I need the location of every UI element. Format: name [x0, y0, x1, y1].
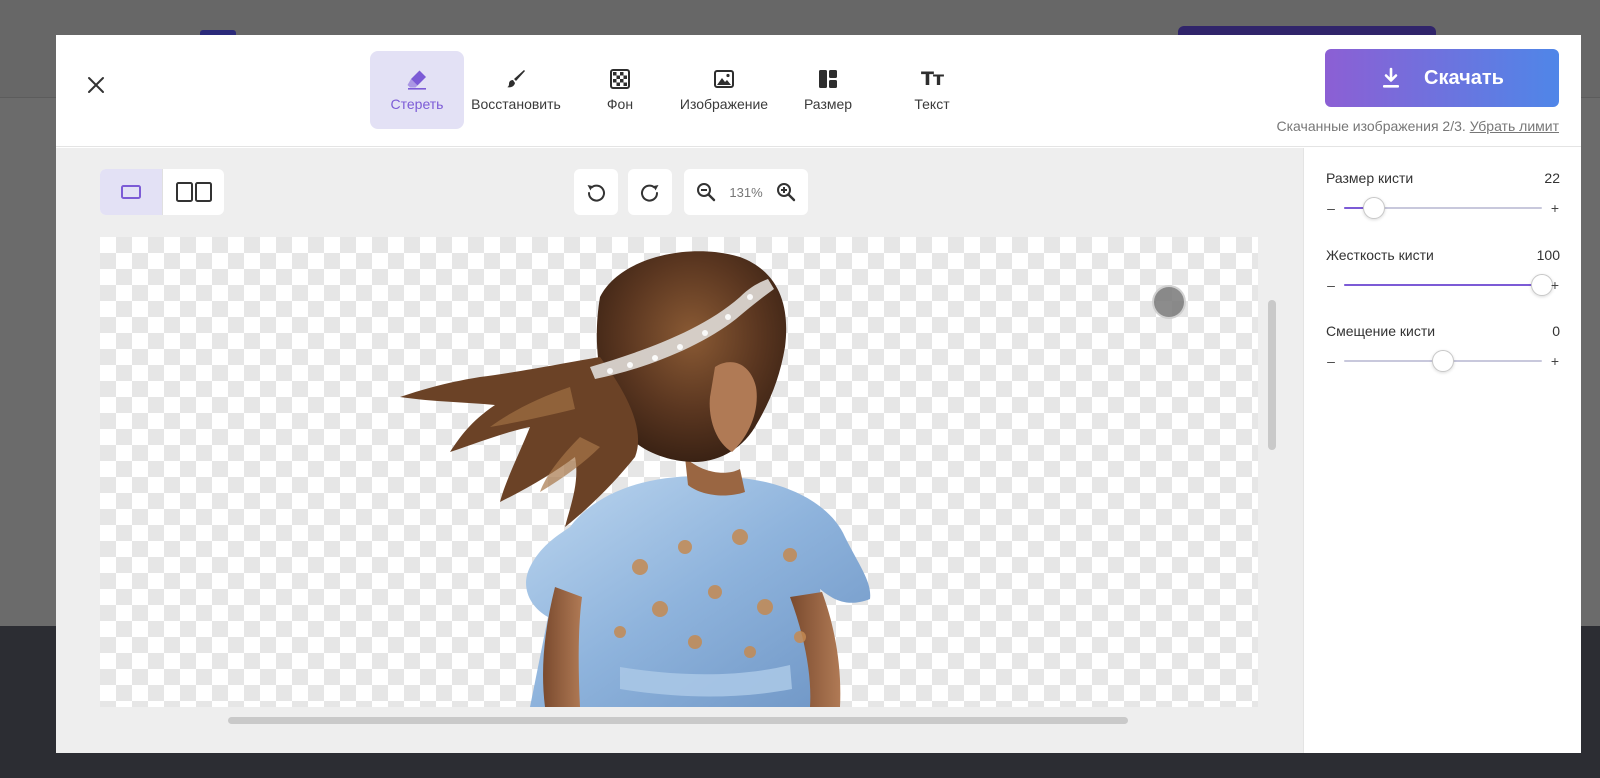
brush-size-label: Размер кисти [1326, 170, 1414, 186]
layout-icon [816, 67, 840, 91]
brush-hardness-control: Жесткость кисти 100 – + [1326, 247, 1560, 297]
tool-background[interactable]: Фон [568, 51, 672, 129]
single-view-icon [121, 185, 141, 199]
undo-button[interactable] [574, 169, 618, 215]
cutout-photo [400, 251, 871, 707]
zoom-level: 131% [729, 184, 763, 200]
compare-view-button[interactable] [162, 169, 224, 215]
brush-hardness-increase[interactable]: + [1548, 273, 1562, 297]
zoom-in-button[interactable] [774, 180, 798, 204]
brush-size-control: Размер кисти 22 – + [1326, 170, 1560, 220]
download-icon [1380, 67, 1402, 89]
download-count-text: Скачанные изображения 2/3. [1276, 118, 1466, 134]
tool-restore[interactable]: Восстановить [464, 51, 568, 129]
single-view-button[interactable] [100, 169, 162, 215]
download-button[interactable]: Скачать [1325, 49, 1559, 107]
image-icon [712, 67, 736, 91]
text-icon: Тт [921, 68, 944, 90]
brush-offset-label: Смещение кисти [1326, 323, 1436, 339]
tool-background-label: Фон [606, 96, 634, 112]
compare-view-icon [175, 182, 212, 202]
brush-icon [504, 67, 528, 91]
brush-cursor [1152, 285, 1186, 319]
editor-workspace: 131% [56, 148, 1303, 753]
brush-hardness-value: 100 [1536, 247, 1560, 263]
checkerboard-icon [608, 67, 632, 91]
brush-offset-slider[interactable]: – + [1326, 349, 1560, 373]
undo-icon [587, 184, 605, 202]
view-mode-toggle [100, 169, 224, 215]
brush-size-track [1344, 197, 1542, 219]
brush-settings-panel: Размер кисти 22 – + Жесткость кисти 100 … [1303, 148, 1581, 753]
brush-hardness-label: Жесткость кисти [1326, 247, 1434, 263]
brush-offset-control: Смещение кисти 0 – + [1326, 323, 1560, 373]
download-limit-note: Скачанные изображения 2/3. Убрать лимит [1277, 118, 1560, 134]
tool-erase-label: Стереть [390, 96, 444, 112]
brush-offset-track [1344, 350, 1542, 372]
brush-hardness-slider[interactable]: – + [1326, 273, 1560, 297]
brush-size-slider[interactable]: – + [1326, 196, 1560, 220]
horizontal-scrollbar[interactable] [228, 717, 1128, 724]
zoom-controls: 131% [684, 169, 808, 215]
tool-erase[interactable]: Стереть [370, 51, 464, 129]
tool-text[interactable]: Тт Текст [880, 51, 984, 129]
close-icon [88, 77, 104, 93]
eraser-icon [405, 67, 429, 91]
image-canvas[interactable] [100, 237, 1258, 707]
brush-size-increase[interactable]: + [1548, 196, 1562, 220]
tool-restore-label: Восстановить [471, 96, 561, 112]
brush-offset-handle[interactable] [1432, 350, 1454, 372]
brush-hardness-decrease[interactable]: – [1324, 273, 1338, 297]
vertical-scrollbar[interactable] [1268, 300, 1276, 450]
tool-image[interactable]: Изображение [672, 51, 776, 129]
editor-toolbar: Стереть Восстановить Фон Изображение Раз… [56, 35, 1581, 147]
brush-size-value: 22 [1544, 170, 1560, 186]
download-label: Скачать [1424, 66, 1504, 89]
brush-offset-value: 0 [1552, 323, 1560, 339]
redo-icon [641, 184, 659, 202]
tool-tabs: Стереть Восстановить Фон Изображение Раз… [370, 51, 984, 129]
brush-size-decrease[interactable]: – [1324, 196, 1338, 220]
remove-limit-link[interactable]: Убрать лимит [1470, 118, 1559, 134]
brush-offset-increase[interactable]: + [1548, 349, 1562, 373]
tool-size-label: Размер [803, 96, 853, 112]
zoom-out-button[interactable] [694, 180, 718, 204]
brush-size-handle[interactable] [1362, 197, 1385, 219]
brush-hardness-track [1344, 274, 1553, 296]
tool-text-label: Текст [914, 96, 950, 112]
zoom-in-icon [777, 183, 796, 202]
editor-modal: Стереть Восстановить Фон Изображение Раз… [56, 35, 1581, 753]
tool-image-label: Изображение [679, 96, 769, 112]
brush-offset-decrease[interactable]: – [1324, 349, 1338, 373]
zoom-out-icon [697, 183, 716, 202]
close-button[interactable] [84, 73, 108, 97]
tool-size[interactable]: Размер [776, 51, 880, 129]
redo-button[interactable] [628, 169, 672, 215]
